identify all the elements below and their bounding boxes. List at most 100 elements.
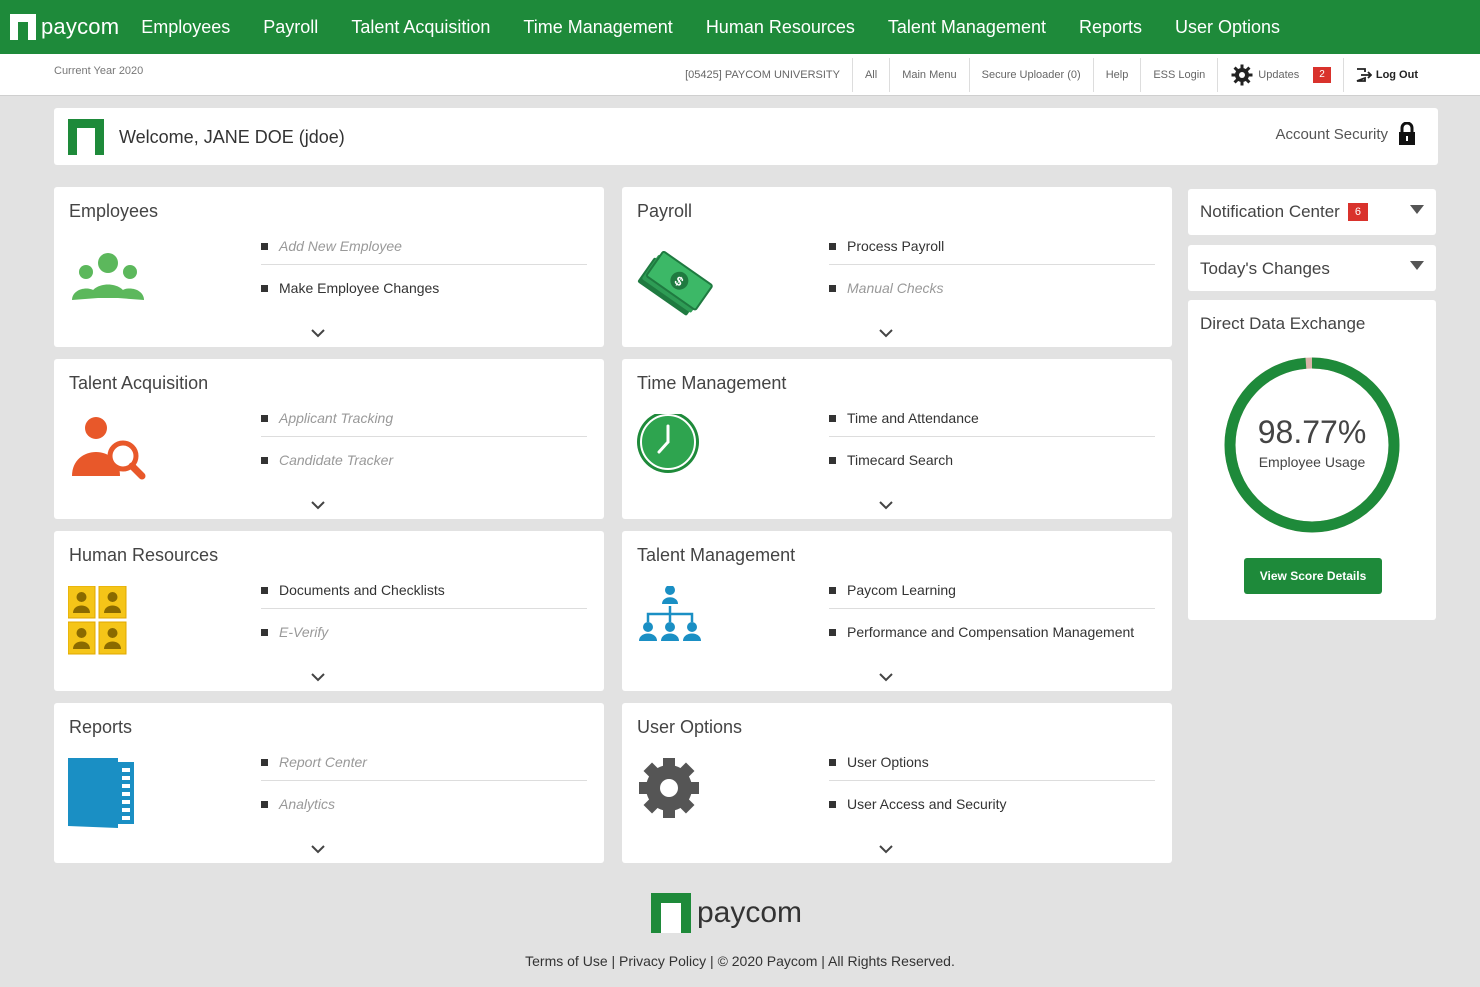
link-user-access-security[interactable]: User Access and Security	[829, 785, 1155, 823]
chevron-down-icon[interactable]	[310, 499, 326, 511]
score-value: 98.77%	[1258, 414, 1367, 450]
link-make-employee-changes[interactable]: Make Employee Changes	[261, 269, 587, 307]
footer-logo-text: paycom	[697, 896, 803, 929]
card-time-management: Time Management Time and Attendance Time…	[622, 359, 1172, 519]
link-documents-and-checklists[interactable]: Documents and Checklists	[261, 571, 587, 609]
paycom-logo-text: paycom	[41, 14, 120, 39]
link-report-center[interactable]: Report Center	[261, 743, 587, 781]
dde-title: Direct Data Exchange	[1200, 314, 1366, 333]
utility-links: [05425] PAYCOM UNIVERSITY All Main Menu …	[673, 54, 1430, 96]
chevron-down-icon[interactable]	[310, 671, 326, 683]
paycom-logo[interactable]: paycom	[10, 14, 119, 40]
logout-icon	[1356, 68, 1372, 82]
chevron-down-icon[interactable]	[310, 327, 326, 339]
account-security-link[interactable]: Account Security	[1275, 122, 1416, 146]
card-title: Reports	[69, 717, 133, 737]
gear-icon	[639, 758, 699, 818]
card-title: Time Management	[637, 373, 787, 393]
updates-gear-icon	[1231, 64, 1253, 86]
chevron-down-icon[interactable]	[878, 671, 894, 683]
lock-icon	[1399, 122, 1415, 145]
card-talent-management: Talent Management Paycom Learning Perfor…	[622, 531, 1172, 691]
main-menu-link[interactable]: Main Menu	[889, 58, 968, 92]
card-title: Talent Management	[637, 545, 796, 565]
person-search-icon	[72, 417, 146, 480]
nav-human-resources[interactable]: Human Resources	[706, 17, 855, 38]
welcome-bar: Welcome, JANE DOE (jdoe) Account Securit…	[54, 108, 1438, 165]
nav-payroll[interactable]: Payroll	[263, 17, 318, 38]
notification-count-badge: 6	[1347, 203, 1368, 221]
card-title: Human Resources	[69, 545, 219, 565]
org-chart-icon	[639, 586, 701, 641]
top-nav: paycom Employees Payroll Talent Acquisit…	[0, 0, 1480, 54]
link-process-payroll[interactable]: Process Payroll	[829, 227, 1155, 265]
logout-label: Log Out	[1375, 69, 1418, 81]
money-stack-icon: $	[637, 250, 713, 316]
card-reports: Reports Report Center Analytics	[54, 703, 604, 863]
link-e-verify[interactable]: E-Verify	[261, 613, 587, 651]
people-group-icon	[72, 253, 144, 300]
link-analytics[interactable]: Analytics	[261, 785, 587, 823]
link-candidate-tracker[interactable]: Candidate Tracker	[261, 441, 587, 479]
account-security-label: Account Security	[1275, 125, 1388, 143]
link-add-new-employee[interactable]: Add New Employee	[261, 227, 587, 265]
card-title: User Options	[637, 717, 743, 737]
chevron-down-icon[interactable]	[878, 499, 894, 511]
id-cards-icon	[68, 586, 127, 655]
card-title: Talent Acquisition	[69, 373, 209, 393]
todays-changes-dropdown-icon[interactable]	[1410, 261, 1424, 270]
link-applicant-tracking[interactable]: Applicant Tracking	[261, 399, 587, 437]
welcome-logo-icon	[68, 119, 104, 155]
link-timecard-search[interactable]: Timecard Search	[829, 441, 1155, 479]
ess-login-link[interactable]: ESS Login	[1140, 58, 1217, 92]
footer-logo-mark	[651, 893, 691, 933]
card-title: Employees	[69, 201, 159, 221]
chevron-down-icon[interactable]	[878, 327, 894, 339]
card-employees: Employees Add New Employee Make Employee…	[54, 187, 604, 347]
card-payroll: Payroll $ Process Payroll Manual Checks	[622, 187, 1172, 347]
clock-icon	[637, 414, 699, 473]
chevron-down-icon[interactable]	[310, 843, 326, 855]
notification-center-label: Notification Center	[1200, 202, 1340, 221]
direct-data-exchange-panel: Direct Data Exchange 98.77% Employee Usa…	[1188, 300, 1436, 620]
sub-bar: Current Year 2020 [05425] PAYCOM UNIVERS…	[0, 54, 1480, 96]
help-link[interactable]: Help	[1092, 58, 1141, 92]
paycom-logo-mark	[10, 14, 36, 40]
updates-label: Updates	[1258, 69, 1300, 81]
updates-link[interactable]: Updates 2	[1217, 58, 1343, 92]
nav-reports[interactable]: Reports	[1079, 17, 1142, 38]
welcome-text: Welcome, JANE DOE (jdoe)	[119, 127, 345, 147]
nav-time-management[interactable]: Time Management	[523, 17, 672, 38]
link-user-options[interactable]: User Options	[829, 743, 1155, 781]
all-link[interactable]: All	[851, 58, 889, 92]
link-time-and-attendance[interactable]: Time and Attendance	[829, 399, 1155, 437]
nav-employees[interactable]: Employees	[141, 17, 230, 38]
todays-changes-panel[interactable]: Today's Changes	[1188, 245, 1436, 291]
card-title: Payroll	[637, 201, 693, 221]
card-human-resources: Human Resources Documents and Checklists…	[54, 531, 604, 691]
notification-dropdown-icon[interactable]	[1410, 205, 1424, 214]
score-label: Employee Usage	[1259, 454, 1366, 470]
nav-talent-acquisition[interactable]: Talent Acquisition	[351, 17, 490, 38]
company-link[interactable]: [05425] PAYCOM UNIVERSITY	[673, 58, 852, 92]
notification-center-title: Notification Center 6	[1200, 202, 1368, 222]
current-year: Current Year 2020	[54, 65, 144, 77]
link-paycom-learning[interactable]: Paycom Learning	[829, 571, 1155, 609]
card-user-options: User Options User Options User Access an…	[622, 703, 1172, 863]
report-book-icon	[68, 758, 134, 828]
nav-talent-management[interactable]: Talent Management	[888, 17, 1046, 38]
secure-uploader-link[interactable]: Secure Uploader (0)	[968, 58, 1093, 92]
logout-link[interactable]: Log Out	[1342, 58, 1430, 92]
link-manual-checks[interactable]: Manual Checks	[829, 269, 1155, 307]
footer-logo[interactable]: paycom	[651, 893, 802, 933]
updates-count-badge: 2	[1313, 67, 1331, 83]
view-score-details-button[interactable]: View Score Details	[1244, 558, 1382, 594]
footer-text: Terms of Use | Privacy Policy | © 2020 P…	[525, 953, 955, 969]
todays-changes-title: Today's Changes	[1200, 259, 1330, 278]
nav-user-options[interactable]: User Options	[1175, 17, 1280, 38]
link-performance-compensation[interactable]: Performance and Compensation Management	[829, 613, 1155, 651]
notification-center-panel[interactable]: Notification Center 6	[1188, 189, 1436, 235]
score-gauge: 98.77% Employee Usage	[1224, 357, 1400, 533]
card-talent-acquisition: Talent Acquisition Applicant Tracking Ca…	[54, 359, 604, 519]
chevron-down-icon[interactable]	[878, 843, 894, 855]
